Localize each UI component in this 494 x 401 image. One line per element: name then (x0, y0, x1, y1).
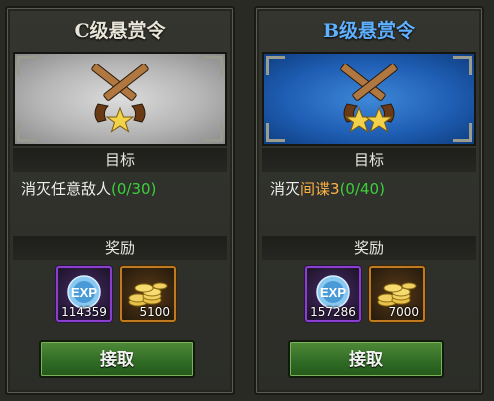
goal-header: 目标 (13, 148, 227, 172)
crossed-pistols-icon (91, 64, 149, 133)
exp-reward[interactable]: EXP 157286 (305, 266, 361, 322)
bounty-banner (262, 52, 476, 146)
frame-corner (204, 123, 223, 142)
card-title: C级悬赏令 (74, 20, 166, 42)
bounty-card-b: B级悬赏令 目标 消灭间谍3(0/40) 奖励 EXP 157286 7000 … (254, 6, 484, 395)
accept-button[interactable]: 接取 (288, 340, 444, 378)
exp-amount: 157286 (310, 305, 356, 319)
bounty-banner (13, 52, 227, 146)
goal-target: 间谍3 (300, 180, 340, 198)
bounty-card-c: C级悬赏令 目标 消灭任意敌人(0/30) 奖励 EXP 114359 5100… (5, 6, 235, 395)
goal-text: 消灭任意敌人(0/30) (21, 178, 156, 199)
exp-amount: 114359 (61, 305, 107, 319)
goal-text: 消灭间谍3(0/40) (270, 178, 385, 199)
goal-description: 消灭任意敌人 (21, 180, 112, 198)
gold-amount: 7000 (388, 305, 419, 319)
frame-corner (266, 123, 285, 142)
frame-corner (17, 123, 36, 142)
frame-corner (204, 56, 223, 75)
frame-corner (266, 56, 285, 75)
goal-progress: (0/30) (111, 180, 157, 198)
gold-reward[interactable]: 5100 (120, 266, 176, 322)
goal-header: 目标 (262, 148, 476, 172)
frame-corner (17, 56, 36, 75)
exp-icon-text: EXP (71, 285, 97, 300)
gold-reward[interactable]: 7000 (369, 266, 425, 322)
exp-reward[interactable]: EXP 114359 (56, 266, 112, 322)
goal-progress: (0/40) (339, 180, 385, 198)
crossed-pistols-icon (340, 64, 398, 133)
goal-description: 消灭 (270, 180, 301, 198)
frame-corner (453, 56, 472, 75)
accept-button[interactable]: 接取 (39, 340, 195, 378)
frame-corner (453, 123, 472, 142)
reward-header: 奖励 (262, 236, 476, 260)
exp-icon-text: EXP (320, 285, 346, 300)
reward-header: 奖励 (13, 236, 227, 260)
star-icon (105, 106, 135, 133)
gold-amount: 5100 (139, 305, 170, 319)
card-title: B级悬赏令 (322, 20, 416, 42)
